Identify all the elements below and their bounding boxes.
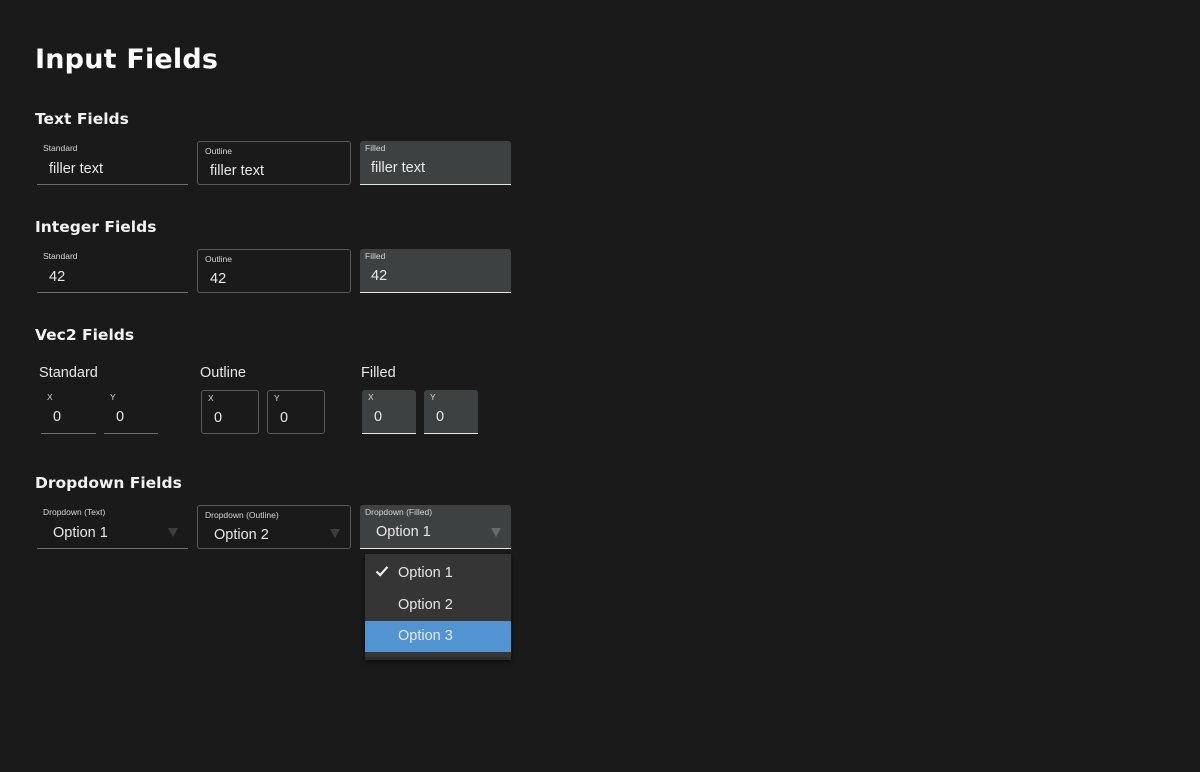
field-value: Option 1 bbox=[376, 524, 431, 540]
dropdown-text[interactable]: Dropdown (Text) Option 1 bbox=[37, 505, 188, 549]
field-value: 42 bbox=[49, 269, 66, 285]
field-label: Filled bbox=[365, 251, 386, 261]
field-value: 42 bbox=[210, 271, 227, 287]
field-value: Option 2 bbox=[214, 527, 269, 543]
dropdown-filled[interactable]: Dropdown (Filled) Option 1 bbox=[360, 505, 511, 549]
y-label: Y bbox=[430, 392, 436, 402]
integer-field-filled[interactable]: Filled 42 bbox=[360, 249, 511, 293]
field-label: Outline bbox=[205, 146, 232, 156]
integer-field-standard[interactable]: Standard 42 bbox=[37, 249, 188, 293]
x-label: X bbox=[368, 392, 374, 402]
field-value: filler text bbox=[371, 160, 425, 176]
vec2-filled-label: Filled bbox=[361, 365, 396, 381]
field-value: 42 bbox=[371, 268, 388, 284]
field-label: Dropdown (Outline) bbox=[205, 510, 279, 520]
text-field-filled[interactable]: Filled filler text bbox=[360, 141, 511, 185]
y-value: 0 bbox=[280, 410, 289, 426]
dropdown-outline[interactable]: Dropdown (Outline) Option 2 bbox=[197, 505, 351, 549]
text-field-outline[interactable]: Outline filler text bbox=[197, 141, 351, 185]
y-label: Y bbox=[274, 393, 280, 403]
section-title-vec2-fields: Vec2 Fields bbox=[35, 326, 135, 344]
chevron-down-icon bbox=[330, 529, 340, 538]
section-title-integer-fields: Integer Fields bbox=[35, 218, 157, 236]
field-value: Option 1 bbox=[53, 525, 108, 541]
field-label: Filled bbox=[365, 143, 386, 153]
check-icon bbox=[375, 566, 389, 577]
field-label: Dropdown (Filled) bbox=[365, 507, 433, 517]
menu-item-label: Option 1 bbox=[398, 565, 453, 581]
integer-field-outline[interactable]: Outline 42 bbox=[197, 249, 351, 293]
vec2-filled-x-field[interactable]: X 0 bbox=[362, 390, 416, 434]
x-value: 0 bbox=[53, 409, 62, 425]
menu-item-option-2[interactable]: Option 2 bbox=[365, 590, 511, 621]
menu-item-option-3[interactable]: Option 3 bbox=[365, 621, 511, 652]
x-label: X bbox=[208, 393, 214, 403]
dropdown-menu: Option 1 Option 2 Option 3 bbox=[365, 554, 511, 660]
field-label: Standard bbox=[43, 251, 78, 261]
y-value: 0 bbox=[116, 409, 125, 425]
field-value: filler text bbox=[49, 161, 103, 177]
vec2-filled-y-field[interactable]: Y 0 bbox=[424, 390, 478, 434]
x-label: X bbox=[47, 392, 53, 402]
vec2-standard-x-field[interactable]: X 0 bbox=[41, 390, 96, 434]
menu-item-label: Option 3 bbox=[398, 628, 453, 644]
y-value: 0 bbox=[436, 409, 445, 425]
vec2-outline-label: Outline bbox=[200, 365, 246, 381]
field-label: Standard bbox=[43, 143, 78, 153]
chevron-down-icon bbox=[491, 528, 501, 537]
field-label: Dropdown (Text) bbox=[43, 507, 106, 517]
page: Input Fields Text Fields Standard filler… bbox=[0, 0, 1200, 772]
section-title-dropdown-fields: Dropdown Fields bbox=[35, 474, 182, 492]
field-value: filler text bbox=[210, 163, 264, 179]
page-title: Input Fields bbox=[35, 44, 219, 75]
vec2-outline-y-field[interactable]: Y 0 bbox=[267, 390, 325, 434]
y-label: Y bbox=[110, 392, 116, 402]
text-field-standard[interactable]: Standard filler text bbox=[37, 141, 188, 185]
menu-item-option-1[interactable]: Option 1 bbox=[365, 558, 511, 589]
field-label: Outline bbox=[205, 254, 232, 264]
x-value: 0 bbox=[374, 409, 383, 425]
vec2-standard-label: Standard bbox=[39, 365, 98, 381]
menu-item-label: Option 2 bbox=[398, 597, 453, 613]
x-value: 0 bbox=[214, 410, 223, 426]
section-title-text-fields: Text Fields bbox=[35, 110, 129, 128]
chevron-down-icon bbox=[168, 528, 178, 537]
vec2-outline-x-field[interactable]: X 0 bbox=[201, 390, 259, 434]
vec2-standard-y-field[interactable]: Y 0 bbox=[104, 390, 158, 434]
